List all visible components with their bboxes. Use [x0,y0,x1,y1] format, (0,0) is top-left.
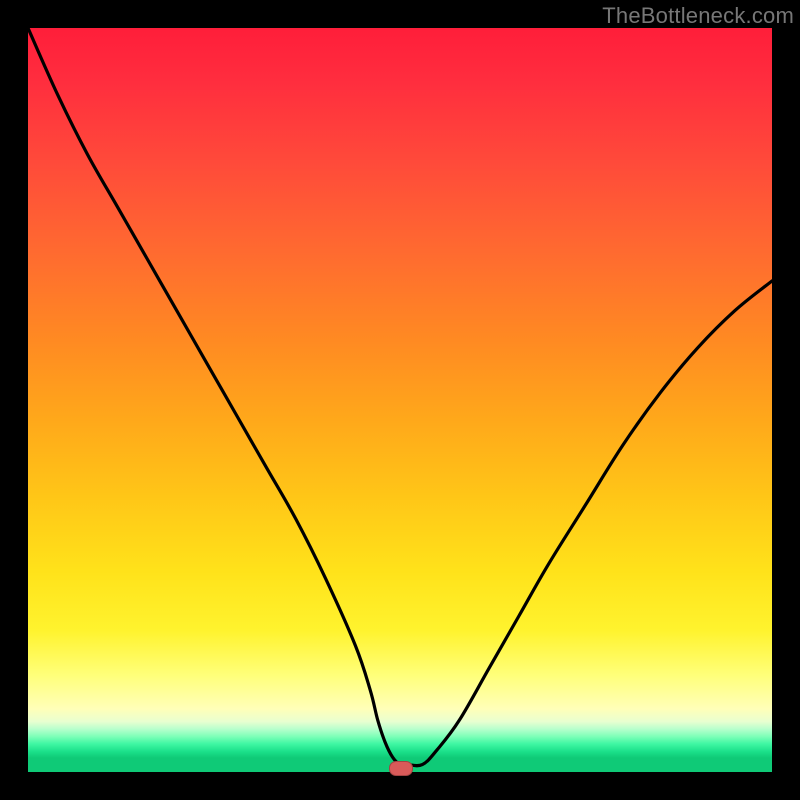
bottleneck-curve [28,28,772,772]
optimal-marker [389,761,413,776]
watermark-text: TheBottleneck.com [602,3,794,29]
chart-plot-area [28,28,772,772]
bottleneck-curve-path [28,28,772,766]
chart-frame: TheBottleneck.com [0,0,800,800]
